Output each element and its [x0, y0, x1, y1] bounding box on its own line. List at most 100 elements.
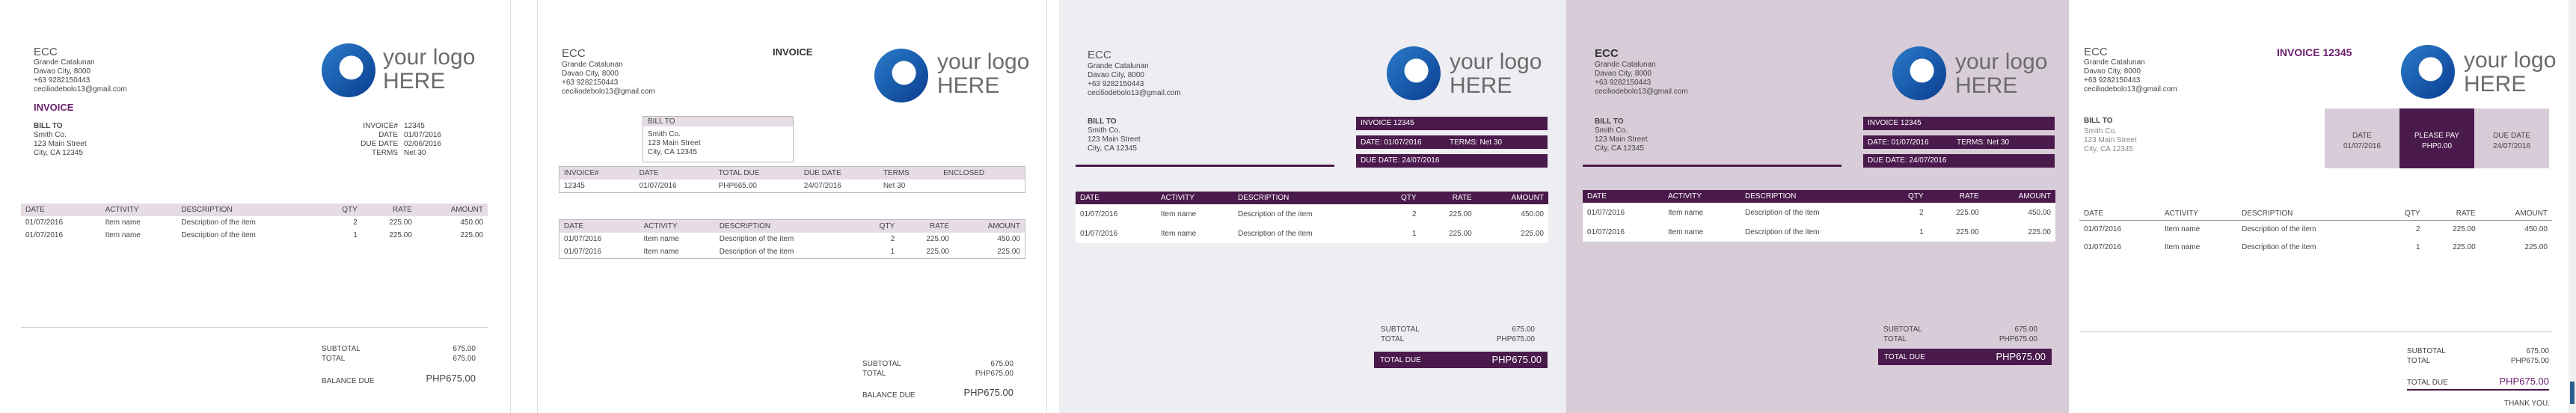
logo-line-2: HERE	[1450, 73, 1512, 98]
cell-date: 01/07/2016	[564, 235, 602, 243]
cell-activity: Item name	[1667, 227, 1704, 236]
cell-terms: Net 30	[883, 182, 906, 190]
cell-description: Description of the item	[1745, 208, 1820, 217]
col-date: DATE	[2084, 209, 2103, 218]
cell-qty: 1	[1919, 227, 1924, 236]
invoice-number-band: INVOICE 12345	[1356, 117, 1548, 130]
company-email: ceciliodebolo13@gmail.com	[1088, 89, 1181, 97]
subtotal-value: 675.00	[1512, 325, 1535, 334]
col-amount: AMOUNT	[1511, 194, 1544, 202]
cell-description: Description of the item	[1238, 209, 1313, 218]
table-row: 01/07/2016 Item name Description of the it…	[1583, 222, 2055, 242]
cell-date: 01/07/2016	[25, 231, 64, 239]
template-panel-5[interactable]: ECC Grande Catalunan Davao City, 8000 +6…	[2069, 0, 2576, 413]
invoice-title: INVOICE 12345	[2277, 46, 2352, 58]
table-row: 01/07/2016 Item name Description of the it…	[1583, 203, 2055, 222]
due-date-box: DUE DATE 24/07/2016	[2474, 108, 2549, 168]
scrollbar[interactable]	[2569, 0, 2576, 413]
cell-amount: 225.00	[2028, 227, 2051, 236]
logo-line-1: your logo	[937, 49, 1030, 74]
total-value: 675.00	[453, 355, 476, 363]
divider	[2079, 331, 2552, 332]
cell-qty: 2	[2416, 225, 2420, 234]
cell-amount: 225.00	[460, 231, 483, 239]
subtotal-label: SUBTOTAL	[1381, 325, 1420, 334]
invoice-title: INVOICE	[34, 102, 74, 113]
template-panel-3[interactable]: ECC Grande Catalunan Davao City, 8000 +6…	[1059, 0, 1566, 413]
cell-rate: 225.00	[1956, 227, 1979, 236]
please-pay-value: PHP0.00	[2421, 142, 2453, 150]
subtotal-label: SUBTOTAL	[1883, 325, 1922, 334]
col-date: DATE	[564, 222, 583, 230]
total-value: PHP675.00	[2510, 357, 2549, 365]
terms-label: TERMS	[372, 149, 398, 157]
col-amount: AMOUNT	[987, 222, 1020, 230]
due-date-value: 24/07/2016	[2492, 142, 2531, 150]
template-panel-2[interactable]: ECC Grande Catalunan Davao City, 8000 +6…	[537, 0, 1047, 413]
items-table: DATE ACTIVITY DESCRIPTION QTY RATE AMOUN…	[559, 219, 1025, 259]
template-panel-1[interactable]: ECC Grande Catalunan Davao City, 8000 +6…	[0, 0, 511, 413]
logo-icon	[322, 43, 375, 97]
cell-activity: Item name	[1667, 208, 1704, 217]
cell-description: Description of the item	[1745, 227, 1820, 236]
cell-activity: Item name	[105, 218, 141, 227]
accent-bar	[1583, 165, 1841, 167]
items-header-row: DATE ACTIVITY DESCRIPTION QTY RATE AMOUN…	[21, 204, 488, 216]
col-date: DATE	[639, 169, 659, 177]
company-email: ceciliodebolo13@gmail.com	[562, 88, 655, 96]
total-due-value: PHP675.00	[1996, 351, 2046, 362]
band-terms: TERMS: Net 30	[1957, 138, 2010, 147]
subtotal-value: 675.00	[2014, 325, 2037, 334]
col-date: DATE	[1080, 194, 1100, 202]
balance-due-value: PHP675.00	[963, 387, 1014, 398]
company-email: ceciliodebolo13@gmail.com	[1595, 88, 1688, 96]
total-due-value: PHP675.00	[1491, 354, 1542, 365]
col-qty: QTY	[1908, 192, 1924, 201]
cell-rate: 225.00	[389, 218, 412, 227]
cell-rate: 225.00	[926, 248, 949, 256]
terms-value: Net 30	[404, 149, 426, 157]
table-row: 01/07/2016 Item name Description of the it…	[559, 233, 1025, 245]
bill-to-label: BILL TO	[643, 117, 793, 126]
subtotal-label: SUBTOTAL	[2407, 347, 2446, 355]
cell-description: Description of the item	[2242, 243, 2316, 251]
please-pay-label: PLEASE PAY	[2414, 132, 2460, 140]
cell-activity: Item name	[2164, 243, 2201, 251]
col-description: DESCRIPTION	[719, 222, 771, 230]
total-label: TOTAL	[1883, 335, 1907, 343]
cell-qty: 2	[890, 235, 895, 243]
logo-icon	[1387, 46, 1441, 100]
table-row: 01/07/2016 Item name Description of the it…	[1076, 224, 1548, 243]
col-rate: RATE	[1452, 194, 1472, 202]
total-value: PHP675.00	[1496, 335, 1535, 343]
logo-icon	[874, 49, 928, 103]
col-activity: ACTIVITY	[1160, 194, 1195, 202]
col-description: DESCRIPTION	[181, 206, 233, 214]
cell-activity: Item name	[643, 248, 679, 256]
due-date-band: DUE DATE: 24/07/2016	[1356, 154, 1548, 168]
balance-due-label: BALANCE DUE	[862, 391, 916, 400]
total-due-label: TOTAL DUE	[1884, 353, 1925, 361]
template-panel-4[interactable]: ECC Grande Catalunan Davao City, 8000 +6…	[1566, 0, 2069, 413]
total-due-value: PHP675.00	[2499, 376, 2550, 387]
cell-description: Description of the item	[2242, 225, 2316, 234]
date-box: DATE 01/07/2016	[2325, 108, 2399, 168]
cell-qty: 1	[2416, 243, 2420, 251]
cell-amount: 225.00	[2524, 243, 2548, 251]
date-label: DATE	[2352, 132, 2372, 140]
col-due-date: DUE DATE	[803, 169, 841, 177]
band-terms: TERMS: Net 30	[1450, 138, 1503, 147]
divider	[21, 327, 488, 328]
logo-line-2: HERE	[2464, 72, 2527, 97]
bill-to-label: BILL TO	[2084, 117, 2113, 125]
table-row: 01/07/2016 Item name Description of the it…	[21, 229, 488, 242]
cell-qty: 1	[353, 231, 358, 239]
col-activity: ACTIVITY	[105, 206, 139, 214]
total-label: TOTAL	[2407, 357, 2431, 365]
company-name: ECC	[1088, 49, 1111, 61]
col-total-due: TOTAL DUE	[718, 169, 760, 177]
cell-due-date: 24/07/2016	[803, 182, 841, 190]
col-terms: TERMS	[883, 169, 910, 177]
cell-qty: 2	[1412, 209, 1417, 218]
scrollbar-thumb[interactable]	[2570, 382, 2575, 404]
